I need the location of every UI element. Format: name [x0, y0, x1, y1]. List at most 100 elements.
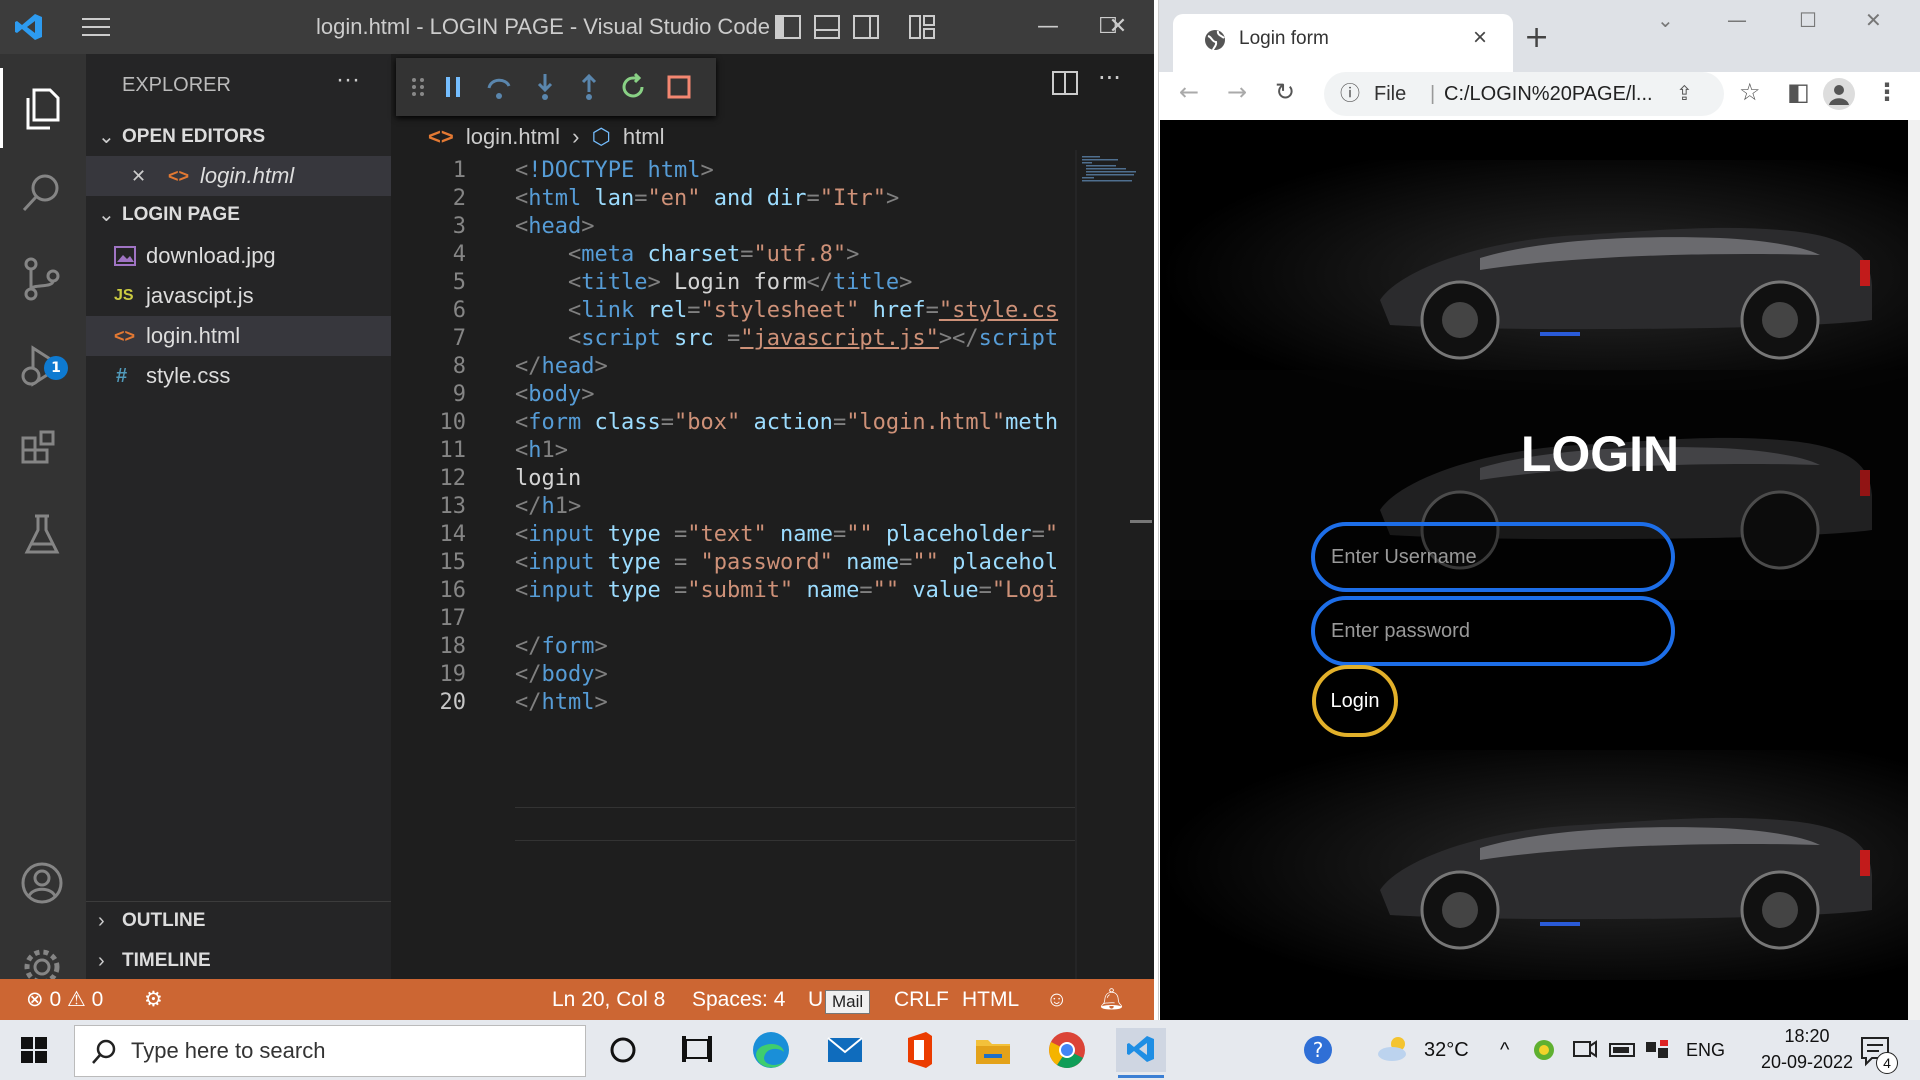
- more-editor-actions-button[interactable]: ···: [1098, 64, 1121, 92]
- indentation-status[interactable]: Spaces: 4: [692, 979, 785, 1020]
- cursor-position[interactable]: Ln 20, Col 8: [552, 979, 665, 1020]
- eol-status[interactable]: CRLF: [894, 979, 949, 1020]
- tab-strip: Login form × + ⌄ — ☐ ✕: [1159, 0, 1920, 72]
- taskbar-search-box[interactable]: Type here to search: [74, 1025, 586, 1077]
- html-icon: <>: [428, 124, 454, 149]
- explorer-activity-button[interactable]: [0, 68, 86, 148]
- minimize-button[interactable]: —: [1727, 8, 1747, 32]
- step-into-icon[interactable]: [530, 72, 560, 102]
- step-out-icon[interactable]: [574, 72, 604, 102]
- maximize-button[interactable]: ☐: [1799, 8, 1817, 32]
- timeline-section[interactable]: › TIMELINE: [86, 944, 391, 978]
- encoding-status[interactable]: U: [808, 979, 823, 1020]
- network-icon[interactable]: [1640, 1028, 1676, 1072]
- outline-section[interactable]: › OUTLINE: [86, 904, 391, 938]
- close-tab-icon[interactable]: ×: [1473, 24, 1487, 52]
- login-button[interactable]: Login: [1312, 665, 1398, 737]
- vscode-taskbar-button[interactable]: [1116, 1028, 1166, 1078]
- task-view-icon[interactable]: [672, 1028, 722, 1072]
- breadcrumb-symbol[interactable]: html: [623, 124, 665, 149]
- side-panel-icon[interactable]: ◧: [1787, 78, 1810, 106]
- close-window-button[interactable]: ✕: [1865, 8, 1882, 32]
- info-icon[interactable]: ⓘ: [1340, 72, 1360, 116]
- mail-icon[interactable]: [820, 1028, 870, 1072]
- username-input[interactable]: Enter Username: [1311, 522, 1675, 592]
- stop-icon[interactable]: [664, 72, 694, 102]
- chrome-icon[interactable]: [1042, 1028, 1092, 1072]
- pause-icon[interactable]: [438, 72, 468, 102]
- flask-icon: [24, 514, 60, 554]
- tab-search-chevron-icon[interactable]: ⌄: [1657, 8, 1674, 32]
- bookmark-star-icon[interactable]: ☆: [1739, 78, 1761, 106]
- edge-browser-icon[interactable]: [746, 1028, 796, 1072]
- minimap[interactable]: [1080, 154, 1140, 204]
- share-icon[interactable]: ⇪: [1676, 72, 1693, 116]
- password-input[interactable]: Enter password: [1311, 596, 1675, 666]
- warning-count: 0: [91, 988, 104, 1011]
- reload-icon[interactable]: ↻: [1275, 78, 1295, 106]
- breadcrumb-file[interactable]: login.html: [466, 124, 560, 149]
- language-mode[interactable]: HTML: [962, 979, 1019, 1020]
- page-scrollbar[interactable]: [1908, 120, 1920, 1020]
- open-editor-item[interactable]: ✕ <> login.html: [86, 156, 391, 196]
- cortana-icon[interactable]: [598, 1028, 648, 1072]
- run-debug-activity-button[interactable]: [0, 326, 86, 406]
- minimize-button[interactable]: —: [1018, 0, 1078, 54]
- browser-tab[interactable]: Login form ×: [1173, 14, 1513, 72]
- close-window-button[interactable]: ✕: [1088, 0, 1148, 54]
- file-item[interactable]: JS javascipt.js: [86, 276, 391, 316]
- bell-icon[interactable]: 🔔︎: [1098, 979, 1125, 1020]
- back-arrow-icon[interactable]: ←: [1179, 78, 1199, 106]
- help-icon[interactable]: ?: [1298, 1028, 1338, 1072]
- customize-layout-icon[interactable]: [908, 14, 936, 40]
- show-hidden-icons-chevron-icon[interactable]: ^: [1500, 1020, 1509, 1080]
- image-icon: [114, 246, 136, 266]
- security-icon[interactable]: [1526, 1028, 1562, 1072]
- search-activity-button[interactable]: [0, 152, 86, 232]
- errors-status[interactable]: ⊗ 0 ⚠ 0: [26, 979, 103, 1020]
- project-folder-section[interactable]: ⌄ LOGIN PAGE: [86, 198, 391, 232]
- url-text: C:/LOGIN%20PAGE/l...: [1444, 83, 1653, 105]
- file-explorer-icon[interactable]: [968, 1028, 1018, 1072]
- step-over-icon[interactable]: [484, 72, 514, 102]
- address-bar[interactable]: ⓘ File | C:/LOGIN%20PAGE/l... ⇪: [1324, 72, 1724, 116]
- person-icon: [1829, 85, 1849, 105]
- open-editor-filename: login.html: [200, 163, 295, 188]
- restart-icon[interactable]: [618, 72, 648, 102]
- profile-avatar[interactable]: [1823, 78, 1855, 110]
- current-line-highlight: [515, 807, 1075, 841]
- weather-icon: [1378, 1037, 1406, 1061]
- debug-badge: 1: [44, 356, 68, 380]
- windows-start-icon[interactable]: [20, 1036, 48, 1064]
- meet-now-icon[interactable]: [1566, 1028, 1602, 1072]
- accounts-activity-button[interactable]: [0, 842, 86, 922]
- battery-icon[interactable]: [1604, 1028, 1640, 1072]
- svg-text:?: ?: [1313, 1038, 1324, 1062]
- new-tab-button[interactable]: +: [1524, 20, 1549, 55]
- input-language[interactable]: ENG: [1686, 1020, 1725, 1080]
- open-editors-section[interactable]: ⌄ OPEN EDITORS: [86, 120, 391, 154]
- toggle-panel-icon[interactable]: [813, 14, 841, 40]
- close-editor-icon[interactable]: ✕: [131, 156, 146, 196]
- office-icon[interactable]: [894, 1028, 944, 1072]
- testing-activity-button[interactable]: [0, 494, 86, 574]
- file-name: login.html: [146, 323, 241, 348]
- toggle-secondary-sidebar-icon[interactable]: [852, 14, 880, 40]
- source-control-activity-button[interactable]: [0, 238, 86, 318]
- forward-arrow-icon[interactable]: →: [1227, 78, 1247, 106]
- toggle-primary-sidebar-icon[interactable]: [774, 14, 802, 40]
- weather-temperature[interactable]: 32°C: [1424, 1020, 1469, 1080]
- car-background-image: [1160, 750, 1908, 980]
- code-line[interactable]: </html>: [515, 686, 1071, 720]
- drag-handle-icon[interactable]: [408, 72, 428, 102]
- extensions-activity-button[interactable]: [0, 410, 86, 490]
- chevron-right-icon: ›: [98, 910, 105, 932]
- file-item[interactable]: download.jpg: [86, 236, 391, 276]
- browser-menu-icon[interactable]: ⋮: [1875, 78, 1899, 106]
- explorer-more-actions-button[interactable]: ···: [336, 66, 360, 94]
- debug-status-icon[interactable]: ⚙: [144, 979, 163, 1020]
- file-item[interactable]: # style.css: [86, 356, 391, 396]
- file-item[interactable]: <> login.html: [86, 316, 391, 356]
- split-editor-icon[interactable]: [1050, 68, 1080, 98]
- feedback-icon[interactable]: ☺: [1046, 979, 1067, 1020]
